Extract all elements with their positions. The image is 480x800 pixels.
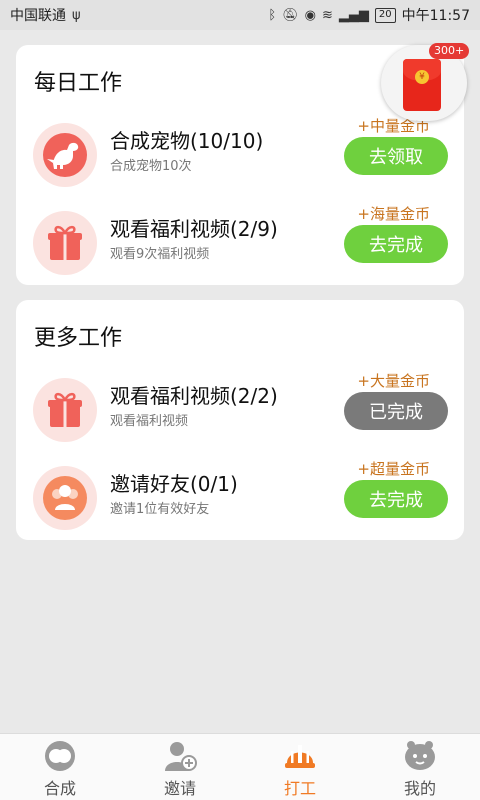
more-tasks-card: 更多工作 观看福利视频(2/2) 观看福利视频 +大量金币 已完成 邀请好友(0… (16, 300, 464, 540)
task-row-invite-friend: 邀请好友(0/1) 邀请1位有效好友 +超量金币 去完成 (16, 458, 464, 538)
friends-icon (33, 466, 97, 530)
tab-label: 打工 (283, 779, 316, 798)
task-row-watch-video: 观看福利视频(2/9) 观看9次福利视频 +海量金币 去完成 (16, 203, 464, 283)
gift-icon (33, 211, 97, 275)
status-bar: 中国联通 ψ ᛒ 🔕︎ ◉ ≋ ▂▄▆ 20 中午11:57 (0, 0, 480, 30)
tab-profile[interactable]: 我的 (360, 734, 480, 800)
tab-invite[interactable]: 邀请 (120, 734, 240, 800)
task-description: 观看9次福利视频 (110, 247, 210, 262)
red-envelope-badge: 300+ (429, 43, 470, 59)
completed-button[interactable]: 已完成 (344, 392, 448, 430)
eye-icon: ◉ (304, 7, 316, 23)
carrier-label: 中国联通 (10, 8, 66, 24)
coin-icon: ¥ (415, 70, 429, 84)
task-row-merge-pets: 合成宠物(10/10) 合成宠物10次 +中量金币 去领取 (16, 115, 464, 195)
task-name: 合成宠物(10/10) (110, 129, 264, 153)
mute-icon: 🔕︎ (282, 7, 299, 23)
profile-icon (403, 739, 437, 773)
tab-label: 合成 (43, 779, 76, 798)
tab-label: 邀请 (163, 779, 196, 798)
task-reward: +大量金币 (357, 372, 430, 390)
signal-icon: ▂▄▆ (338, 7, 369, 23)
complete-button[interactable]: 去完成 (344, 225, 448, 263)
merge-icon (43, 739, 77, 773)
bottom-nav: 合成 邀请 打工 我的 (0, 733, 480, 800)
hardhat-icon (283, 739, 317, 773)
tab-label: 我的 (403, 779, 436, 798)
task-description: 观看福利视频 (110, 414, 189, 429)
clock: 中午11:57 (401, 8, 470, 24)
tab-merge[interactable]: 合成 (0, 734, 120, 800)
wifi-icon: ≋ (322, 7, 333, 23)
task-name: 邀请好友(0/1) (110, 472, 238, 496)
task-reward: +超量金币 (357, 460, 430, 478)
task-reward: +海量金币 (357, 205, 430, 223)
daily-section-title: 每日工作 (34, 71, 123, 96)
task-description: 邀请1位有效好友 (110, 502, 210, 517)
claim-button[interactable]: 去领取 (344, 137, 448, 175)
task-name: 观看福利视频(2/9) (110, 217, 278, 241)
usb-icon: ψ (72, 7, 81, 23)
task-row-watch-video-done: 观看福利视频(2/2) 观看福利视频 +大量金币 已完成 (16, 370, 464, 450)
complete-button[interactable]: 去完成 (344, 480, 448, 518)
task-description: 合成宠物10次 (110, 159, 192, 174)
battery-indicator: 20 (374, 7, 396, 23)
bluetooth-icon: ᛒ (268, 7, 277, 23)
more-section-title: 更多工作 (34, 326, 123, 351)
invite-icon (163, 739, 197, 773)
task-name: 观看福利视频(2/2) (110, 384, 278, 408)
dinosaur-icon (33, 123, 97, 187)
tab-work[interactable]: 打工 (240, 734, 360, 800)
red-envelope-icon: ¥ (403, 59, 441, 111)
gift-icon (33, 378, 97, 442)
red-envelope-float-button[interactable]: ¥ 300+ (381, 43, 470, 121)
